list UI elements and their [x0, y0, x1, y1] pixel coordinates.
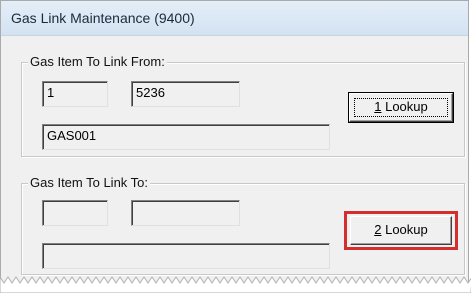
link-from-label: Gas Item To Link From: — [28, 54, 167, 69]
link-to-field-2[interactable] — [131, 200, 240, 226]
lookup-2-text: Lookup — [381, 222, 428, 237]
link-to-label: Gas Item To Link To: — [28, 175, 151, 190]
link-from-field-2[interactable]: 5236 — [131, 81, 240, 107]
window-title: Gas Link Maintenance (9400) — [11, 10, 195, 26]
link-to-field-1[interactable] — [42, 200, 108, 226]
lookup-2-label: 2 Lookup — [351, 222, 451, 237]
link-from-description[interactable]: GAS001 — [42, 124, 330, 150]
lookup-2-button[interactable]: 2 Lookup — [350, 216, 452, 245]
torn-edge — [0, 276, 471, 293]
title-bar: Gas Link Maintenance (9400) — [1, 1, 468, 36]
lookup-1-label: 1 Lookup — [350, 99, 452, 114]
lookup-1-text: Lookup — [381, 99, 428, 114]
link-from-field-1[interactable]: 1 — [42, 81, 108, 107]
lookup-1-button[interactable]: 1 Lookup — [349, 93, 453, 122]
gas-link-maintenance-window: Gas Link Maintenance (9400) Gas Item To … — [0, 0, 469, 293]
link-to-description[interactable] — [42, 243, 330, 269]
